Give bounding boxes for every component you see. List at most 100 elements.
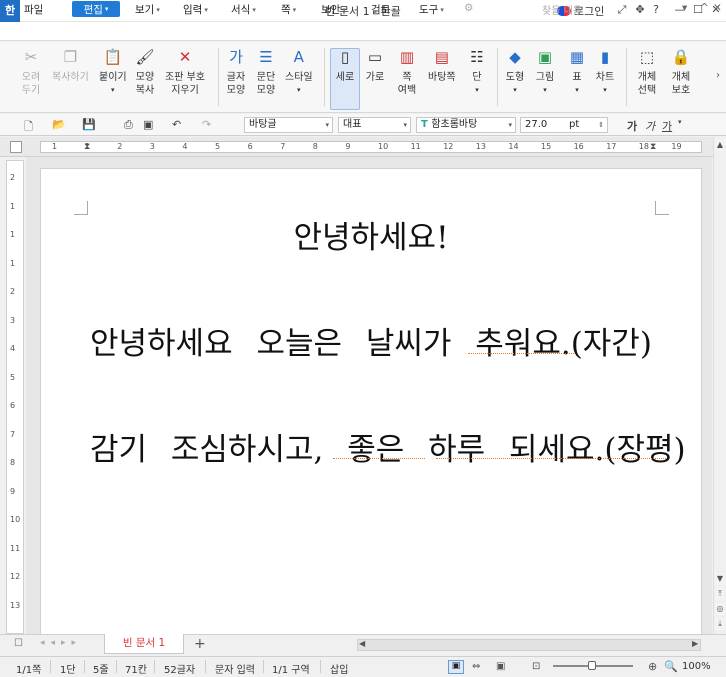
zoom-level[interactable]: 100%	[682, 661, 711, 672]
scroll-up-icon[interactable]: ▲	[715, 139, 725, 151]
menu-review[interactable]: 검토 ▾	[371, 2, 396, 17]
char-shape-button[interactable]: 가 글자 모양	[225, 45, 247, 97]
zoom-fit-icon[interactable]: ⊡	[532, 661, 540, 672]
ruler-number: 16	[573, 142, 584, 151]
italic-button[interactable]: 가	[645, 118, 655, 134]
redo-icon[interactable]: ↷	[202, 118, 211, 131]
menu-tools[interactable]: 도구 ▾	[419, 2, 444, 17]
fullpage-view-icon[interactable]: ▣	[496, 661, 505, 672]
close-doc-icon[interactable]: ✕	[713, 2, 722, 14]
scissors-icon: ✂	[24, 47, 38, 66]
indent-marker-icon[interactable]: ⧗	[84, 142, 90, 152]
preview-icon[interactable]: ▣	[143, 118, 153, 131]
ruler-corner-icon[interactable]	[10, 141, 22, 153]
menu-insert[interactable]: 입력 ▾	[183, 2, 208, 17]
search-input[interactable]: 찾을 내용	[542, 2, 692, 17]
prev-page-icon[interactable]: ⤒	[715, 588, 725, 600]
add-tab-button[interactable]: +	[194, 636, 206, 652]
font-size-input[interactable]: 27.0 pt ⇕	[520, 117, 608, 133]
object-select-button[interactable]: ⬚ 개체 선택	[636, 45, 658, 97]
page-view-icon[interactable]: ⇔	[472, 661, 480, 672]
image-button[interactable]: ▣ 그림 ▾	[534, 45, 556, 97]
menu-extra-icon[interactable]: ⚙	[464, 2, 473, 14]
menu-bar	[0, 22, 726, 41]
menu-security[interactable]: 보안 ▾	[321, 2, 346, 17]
char-shape-icon: 가	[229, 47, 243, 66]
para-shape-button[interactable]: ☰ 문단 모양	[255, 45, 277, 97]
menu-view[interactable]: 보기 ▾	[135, 2, 160, 17]
ribbon-separator	[497, 48, 498, 106]
style-select[interactable]: 바탕글 ▾	[244, 117, 333, 133]
status-column: 1단	[60, 665, 76, 676]
copy-button[interactable]: ❐ 복사하기	[52, 45, 89, 84]
spell-check-underline	[436, 458, 666, 459]
clear-marks-icon: ✕	[178, 47, 192, 66]
page-margin-button[interactable]: ▥ 쪽 여백	[396, 45, 418, 97]
status-chars: 52글자	[164, 665, 196, 676]
paste-button[interactable]: 📋 붙이기 ▾	[99, 45, 127, 97]
landscape-button[interactable]: ▭ 가로	[364, 45, 386, 84]
menu-page[interactable]: 쪽 ▾	[281, 2, 296, 17]
column-button[interactable]: ☷ 단 ▾	[466, 45, 488, 97]
scroll-left-icon[interactable]: ◀	[359, 639, 365, 648]
cut-button[interactable]: ✂ 오려 두기	[20, 45, 42, 97]
status-page[interactable]: 1/1쪽	[16, 661, 41, 676]
open-folder-icon[interactable]: 📂	[52, 118, 66, 131]
vertical-ruler-number: 7	[10, 429, 16, 439]
zoom-in-icon[interactable]: ⊕	[648, 660, 657, 673]
underline-dropdown-icon[interactable]: ▾	[678, 118, 682, 126]
page-nav-icon[interactable]: ◎	[715, 603, 725, 615]
search-dropdown-icon[interactable]: ▾	[682, 2, 687, 14]
next-page-icon[interactable]: ⤓	[715, 618, 725, 630]
new-doc-icon[interactable]: 🗋	[24, 118, 33, 137]
font-select[interactable]: T 함초롬바탕 ▾	[416, 117, 516, 133]
portrait-button[interactable]: ▯ 세로	[334, 45, 356, 84]
bold-button[interactable]: 가	[627, 118, 637, 134]
status-separator	[84, 660, 85, 673]
doc-line-1[interactable]: 안녕하세요!	[0, 212, 726, 257]
background-page-button[interactable]: ▤ 바탕쪽	[428, 45, 456, 84]
language-select[interactable]: 대표 ▾	[338, 117, 411, 133]
brush-icon: 🖌	[135, 47, 155, 66]
vertical-ruler-number: 6	[10, 401, 16, 410]
clear-marks-button[interactable]: ✕ 조판 부호 지우기	[165, 45, 205, 97]
print-icon[interactable]: ⎙	[124, 118, 133, 132]
right-indent-marker-icon[interactable]: ⧗	[650, 142, 656, 152]
chart-button[interactable]: ▮ 차트 ▾	[594, 45, 616, 97]
ruler-band	[40, 141, 702, 153]
save-icon[interactable]: 💾	[82, 118, 96, 131]
shape-button[interactable]: ◆ 도형 ▾	[504, 45, 526, 97]
scroll-right-icon[interactable]: ▶	[692, 639, 698, 648]
horizontal-scrollbar[interactable]	[357, 639, 701, 651]
vertical-scrollbar[interactable]	[713, 137, 726, 634]
status-input-mode[interactable]: 문자 입력	[215, 661, 255, 676]
normal-view-icon[interactable]: ▣	[448, 660, 464, 674]
menu-format[interactable]: 서식 ▾	[231, 2, 256, 17]
background-page-icon: ▤	[434, 47, 449, 66]
tab-nav-arrows-icon[interactable]: ◂◂▸▸	[40, 638, 82, 648]
zoom-slider-handle[interactable]	[588, 661, 596, 670]
ruler-number: 4	[182, 142, 188, 151]
tab-document[interactable]: 빈 문서 1	[104, 634, 184, 654]
scroll-down-icon[interactable]: ▼	[715, 573, 725, 585]
ribbon-separator	[626, 48, 627, 106]
undo-icon[interactable]: ↶	[172, 118, 181, 131]
shape-copy-button[interactable]: 🖌 모양 복사	[134, 45, 156, 97]
style-button[interactable]: A 스타일 ▾	[285, 45, 313, 97]
ruler-number: 9	[345, 142, 351, 151]
vertical-ruler-number: 4	[10, 344, 16, 353]
object-protect-button[interactable]: 🔒 개체 보호	[670, 45, 692, 97]
status-insert-mode[interactable]: 삽입	[330, 661, 348, 676]
ribbon-scroll-icon[interactable]: ›	[716, 70, 720, 81]
doc-line-3[interactable]: 감기 조심하시고, 좋은 하루 되세요.(장평)	[90, 424, 686, 469]
status-line: 5줄	[93, 665, 109, 676]
menu-file[interactable]: 파일	[24, 2, 43, 17]
status-separator	[50, 660, 51, 673]
underline-button[interactable]: 가	[662, 118, 672, 134]
doc-line-2[interactable]: 안녕하세요 오늘은 날씨가 추워요.(자간)	[90, 318, 652, 363]
menu-edit[interactable]: 편집 ▾	[72, 1, 120, 17]
table-button[interactable]: ▦ 표 ▾	[566, 45, 588, 97]
tab-list-icon[interactable]: ☐	[14, 638, 23, 649]
ribbon-collapse-icon[interactable]: ^	[700, 2, 709, 14]
zoom-search-icon[interactable]: 🔍	[664, 660, 678, 673]
